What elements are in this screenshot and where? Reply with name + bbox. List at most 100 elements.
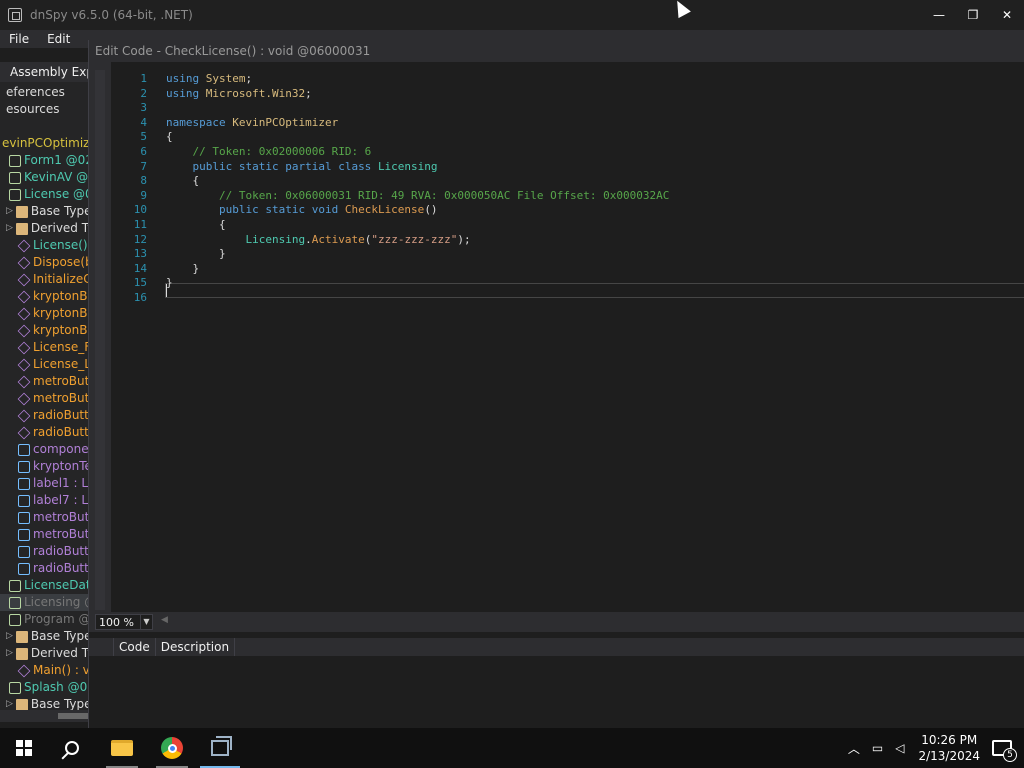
scroll-left-icon[interactable]: ◀: [161, 615, 168, 625]
tree-item-label: kryptonTextBox1: [33, 459, 90, 473]
tree-item[interactable]: radioButton2: [0, 560, 90, 577]
diagnostics-header: Code Description: [89, 638, 1024, 656]
line-code: public static void CheckLicense(): [166, 202, 438, 217]
chrome-button[interactable]: [148, 728, 196, 768]
search-button[interactable]: [48, 728, 96, 768]
tree-item[interactable]: label1 : Label: [0, 475, 90, 492]
tree-item[interactable]: esources: [0, 101, 90, 118]
tree-item[interactable]: metroButton1: [0, 373, 90, 390]
tree-item[interactable]: LicenseData @02000005: [0, 577, 90, 594]
expand-arrow-icon[interactable]: ▷: [6, 645, 13, 662]
tree-item[interactable]: ▷ Derived Types: [0, 645, 90, 662]
tree-item[interactable]: Form1 @02000002: [0, 152, 90, 169]
tree-item[interactable]: radioButton1: [0, 543, 90, 560]
tree-item[interactable]: label7 : Label: [0, 492, 90, 509]
start-button[interactable]: [0, 728, 48, 768]
expand-arrow-icon[interactable]: ▷: [6, 220, 13, 237]
tree-item[interactable]: License_FormClosing: [0, 339, 90, 356]
tree-item[interactable]: metroButton1: [0, 509, 90, 526]
tree-item[interactable]: kryptonTextBox1: [0, 458, 90, 475]
tree-item[interactable]: radioButton2: [0, 424, 90, 441]
minimize-button[interactable]: —: [922, 0, 956, 30]
restore-button[interactable]: ❐: [956, 0, 990, 30]
tree-item[interactable]: Main() : void: [0, 662, 90, 679]
tree-item[interactable]: kryptonButton1: [0, 288, 90, 305]
tree-item[interactable]: License @02000004: [0, 186, 90, 203]
line-code: Licensing.Activate("zzz-zzz-zzz");: [166, 232, 470, 247]
tree-item[interactable]: Program @02000007: [0, 611, 90, 628]
class-icon: [9, 579, 21, 592]
clock[interactable]: 10:26 PM 2/13/2024: [918, 732, 980, 764]
network-icon[interactable]: ▭: [872, 741, 883, 755]
menu-file[interactable]: File: [0, 32, 38, 46]
scroll-thumb[interactable]: [58, 713, 88, 719]
code-line: 11 {: [111, 217, 1024, 232]
menu-edit[interactable]: Edit: [38, 32, 79, 46]
line-code: }: [166, 261, 199, 276]
code-token: System: [205, 72, 246, 85]
tree-item[interactable]: ▷ Base Types: [0, 628, 90, 645]
line-number: 10: [133, 203, 147, 217]
tree-item[interactable]: Licensing @02000006: [0, 594, 90, 611]
tree-item-label: kryptonButton3: [33, 323, 90, 337]
code-token: {: [166, 130, 173, 144]
tree-item-label: Form1 @02000002: [24, 153, 90, 167]
class-icon: [9, 154, 21, 167]
tree-item[interactable]: InitializeComponent(): [0, 271, 90, 288]
diagnostics-list: [89, 656, 1024, 728]
app-window-icon: [211, 736, 232, 756]
horizontal-scrollbar[interactable]: [0, 710, 90, 722]
field-icon: [18, 511, 30, 524]
tree-item-label: evinPCOptimizer: [2, 136, 90, 150]
tree-item[interactable]: [0, 118, 90, 135]
code-token: "zzz-zzz-zzz": [371, 232, 458, 246]
title-bar: dnSpy v6.5.0 (64-bit, .NET) — ❐ ✕: [0, 0, 1024, 30]
tree-item-label: Base Types: [30, 204, 90, 218]
method-icon: [17, 239, 31, 252]
tree-item[interactable]: License(): [0, 237, 90, 254]
method-icon: [17, 426, 31, 439]
tree-item[interactable]: KevinAV @02000003: [0, 169, 90, 186]
code-line: 4 namespace KevinPCOptimizer: [111, 115, 1024, 130]
notification-center-button[interactable]: 5: [992, 740, 1017, 762]
file-explorer-button[interactable]: [98, 728, 146, 768]
chevron-down-icon[interactable]: ▼: [140, 615, 152, 629]
tree-item[interactable]: eferences: [0, 84, 90, 101]
line-number: 13: [133, 247, 147, 261]
tree-item[interactable]: kryptonButton2: [0, 305, 90, 322]
tree-item[interactable]: ▷ Derived Types: [0, 220, 90, 237]
tree-item[interactable]: radioButton1: [0, 407, 90, 424]
tree-item-label: esources: [6, 102, 60, 116]
clock-time: 10:26 PM: [921, 733, 978, 747]
tree-item[interactable]: ▷ Base Types: [0, 203, 90, 220]
tree-item-label: kryptonButton1: [33, 289, 90, 303]
tree-item-label: radioButton1: [33, 544, 90, 558]
tree-item[interactable]: evinPCOptimizer: [0, 135, 90, 152]
expand-arrow-icon[interactable]: ▷: [6, 628, 13, 645]
window-title: dnSpy v6.5.0 (64-bit, .NET): [30, 8, 193, 22]
tree-item[interactable]: kryptonButton3: [0, 322, 90, 339]
tree-item[interactable]: metroButton2: [0, 390, 90, 407]
assembly-explorer-tab[interactable]: Assembly Explorer: [0, 62, 90, 82]
code-token: Microsoft.Win32: [205, 86, 306, 100]
code-token: Licensing: [377, 159, 438, 173]
field-icon: [18, 477, 30, 490]
class-icon: [9, 681, 21, 694]
dnspy-taskbar-button[interactable]: [196, 728, 244, 768]
volume-muted-icon[interactable]: ◁: [895, 741, 904, 755]
tree-item[interactable]: License_Load: [0, 356, 90, 373]
column-code[interactable]: Code: [113, 638, 156, 656]
chevron-up-icon[interactable]: ︿: [848, 740, 860, 757]
tree-item[interactable]: Splash @02000008: [0, 679, 90, 696]
notification-count: 5: [1003, 748, 1017, 762]
expand-arrow-icon[interactable]: ▷: [6, 203, 13, 220]
zoom-level-select[interactable]: 100 % ▼: [95, 614, 153, 630]
code-token: }: [166, 247, 226, 261]
code-editor[interactable]: 1 using System; 2 using Microsoft.Win32; 3 4 n…: [111, 62, 1024, 612]
column-description[interactable]: Description: [156, 638, 236, 656]
tree-item[interactable]: Dispose(bool): [0, 254, 90, 271]
tree-item[interactable]: metroButton2: [0, 526, 90, 543]
tree-item[interactable]: components: [0, 441, 90, 458]
close-button[interactable]: ✕: [990, 0, 1024, 30]
